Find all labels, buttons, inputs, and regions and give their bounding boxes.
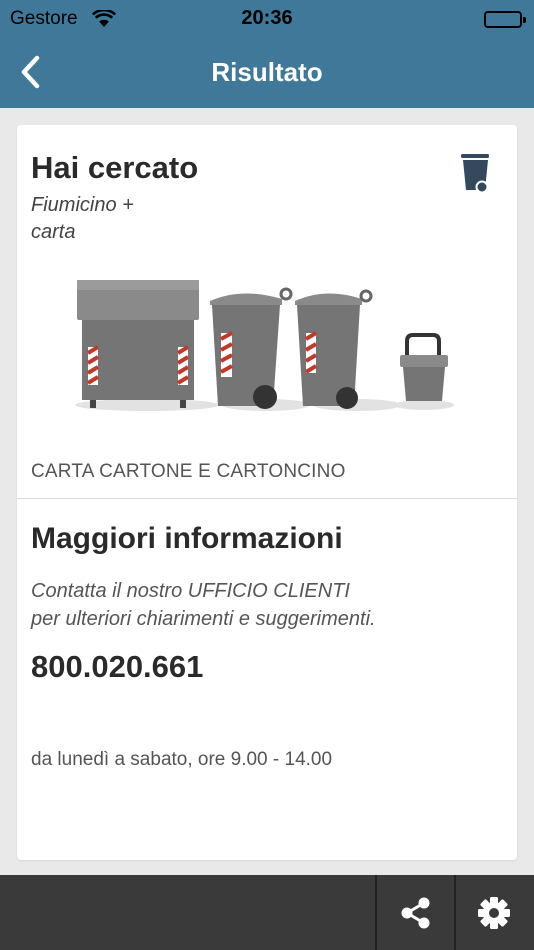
info-heading: Maggiori informazioni bbox=[31, 522, 343, 555]
settings-button[interactable] bbox=[456, 875, 532, 950]
gear-icon bbox=[478, 896, 510, 929]
toolbar-divider bbox=[375, 875, 377, 950]
trash-bin-icon bbox=[459, 153, 493, 200]
result-card: Hai cercato Fiumicino + carta CARTA CART… bbox=[17, 125, 517, 860]
waste-category: CARTA CARTONE E CARTONCINO bbox=[31, 461, 346, 482]
status-bar: Gestore 20:36 bbox=[0, 0, 534, 38]
search-query-line: Fiumicino + bbox=[31, 194, 134, 216]
nav-bar: Risultato bbox=[0, 38, 534, 108]
battery-icon bbox=[484, 11, 526, 28]
divider bbox=[17, 498, 517, 499]
waste-bins-image bbox=[72, 273, 472, 423]
contact-line: per ulteriori chiarimenti e suggerimenti… bbox=[31, 608, 376, 630]
contact-line: Contatta il nostro UFFICIO CLIENTI bbox=[31, 580, 350, 602]
search-query: Fiumicino + carta bbox=[31, 192, 191, 246]
opening-hours: da lunedì a sabato, ore 9.00 - 14.00 bbox=[31, 749, 333, 770]
phone-number[interactable]: 800.020.661 bbox=[31, 649, 203, 685]
page-title: Risultato bbox=[211, 57, 323, 87]
contact-text: Contatta il nostro UFFICIO CLIENTI per u… bbox=[31, 577, 451, 633]
share-icon bbox=[401, 897, 430, 928]
bottom-toolbar bbox=[0, 875, 534, 950]
share-button[interactable] bbox=[378, 875, 454, 950]
search-query-line: carta bbox=[31, 221, 76, 243]
clock: 20:36 bbox=[241, 7, 293, 29]
search-heading: Hai cercato bbox=[31, 150, 199, 185]
